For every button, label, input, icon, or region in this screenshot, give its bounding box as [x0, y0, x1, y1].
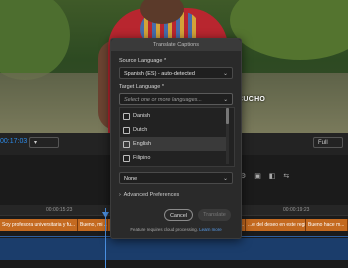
foliage — [230, 0, 348, 60]
advanced-preferences-toggle[interactable]: › Advanced Preferences — [119, 192, 179, 198]
video-track[interactable] — [0, 238, 348, 260]
timecode[interactable]: 00:17:03 — [0, 138, 27, 145]
foliage — [0, 0, 70, 80]
chevron-down-icon: ⌄ — [222, 97, 228, 103]
target-language-placeholder: Select one or more languages... — [124, 97, 202, 103]
resolution-select[interactable]: Full — [313, 137, 343, 148]
speaker-value: None — [124, 176, 138, 182]
resolution-label: Full — [318, 140, 328, 146]
caption-clip[interactable]: ...e del deseo en este region — [246, 219, 306, 231]
source-language-label: Source Language * — [119, 58, 167, 64]
language-option-filipino[interactable]: Filipino — [119, 151, 227, 165]
source-language-value: Spanish (ES) - auto-detected — [124, 71, 195, 77]
video-caption: CUCHO — [238, 96, 266, 103]
source-language-select[interactable]: Spanish (ES) - auto-detected ⌄ — [119, 67, 233, 79]
ruler-label: 00:00:19:23 — [283, 207, 310, 213]
chevron-down-icon: ⌄ — [222, 71, 228, 77]
playhead[interactable] — [105, 208, 106, 268]
translate-captions-dialog: Translate Captions Source Language * Spa… — [110, 38, 242, 239]
footnote-text: Feature requires cloud processing. — [130, 227, 198, 232]
language-option-english[interactable]: English — [119, 137, 227, 151]
language-label: Filipino — [133, 155, 151, 161]
language-label: Dutch — [133, 127, 148, 133]
translate-button[interactable]: Translate — [198, 209, 231, 221]
scroll-thumb[interactable] — [226, 108, 229, 124]
language-option-danish[interactable]: Danish — [119, 109, 227, 123]
dialog-title: Translate Captions — [111, 39, 241, 51]
language-label: English — [133, 141, 152, 147]
target-language-select[interactable]: Select one or more languages... ⌄ — [119, 93, 233, 105]
chevron-down-icon: ⌄ — [222, 176, 228, 182]
cloud-processing-note: Feature requires cloud processing. Learn… — [111, 227, 241, 232]
checkbox[interactable] — [123, 141, 130, 148]
caption-clip[interactable]: Bueno, mi ... — [78, 219, 108, 231]
caption-clip[interactable]: Soy profesora universitaria y fu... — [0, 219, 78, 231]
language-label: Danish — [133, 113, 151, 119]
timeline-toolbar-icons[interactable]: ⚙ ▣ ◧ ⇆ — [240, 172, 292, 180]
language-list-scrollbar[interactable] — [226, 108, 229, 164]
caption-clip[interactable]: Bueno hace m... — [306, 219, 348, 231]
checkbox[interactable] — [123, 127, 130, 134]
checkbox[interactable] — [123, 113, 130, 120]
advanced-preferences-label: Advanced Preferences — [123, 192, 180, 198]
language-option-dutch[interactable]: Dutch — [119, 123, 227, 137]
target-language-label: Target Language * — [119, 84, 164, 90]
learn-more-link[interactable]: Learn more — [199, 227, 221, 232]
ruler-label: 00:00:15:23 — [46, 207, 73, 213]
chevron-right-icon: › — [119, 192, 121, 198]
checkbox[interactable] — [123, 155, 130, 162]
zoom-select[interactable]: ▾ — [29, 137, 59, 148]
cancel-button[interactable]: Cancel — [164, 209, 193, 221]
speaker-select[interactable]: None ⌄ — [119, 172, 233, 184]
